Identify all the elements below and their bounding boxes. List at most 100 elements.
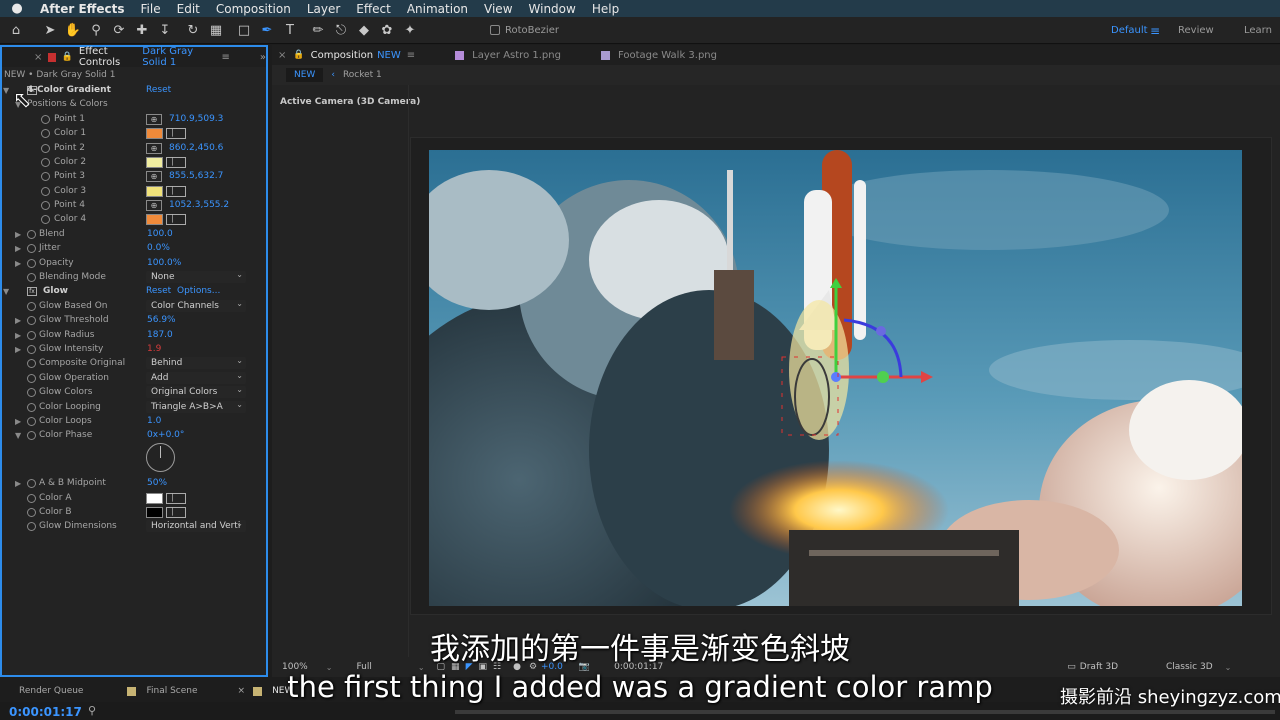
- eyedropper-icon[interactable]: ⎸: [166, 213, 186, 225]
- tab-footage-walk[interactable]: Footage Walk 3.png: [600, 50, 717, 61]
- eyedropper-icon[interactable]: ⎸: [166, 492, 186, 504]
- glow-based-on-dropdown[interactable]: Color Channels ⌄: [146, 300, 246, 312]
- menu-after-effects[interactable]: After Effects: [34, 2, 135, 16]
- color-1-swatch[interactable]: [146, 127, 163, 139]
- stopwatch-icon[interactable]: [41, 157, 50, 167]
- menu-animation[interactable]: Animation: [401, 2, 478, 16]
- color-phase-dial[interactable]: [146, 443, 175, 472]
- orbit-camera-icon[interactable]: ⟳: [109, 20, 129, 40]
- color-2-swatch[interactable]: [146, 156, 163, 168]
- stopwatch-icon[interactable]: [27, 258, 36, 268]
- stopwatch-icon[interactable]: [27, 330, 36, 340]
- param-value[interactable]: 100.0: [147, 229, 173, 239]
- stopwatch-icon[interactable]: [41, 143, 50, 153]
- blending-mode-dropdown[interactable]: None ⌄: [146, 271, 246, 283]
- stopwatch-icon[interactable]: [27, 507, 36, 517]
- crosshair-icon[interactable]: ⊕: [146, 170, 162, 182]
- lock-icon[interactable]: 🔒: [293, 50, 304, 60]
- stopwatch-icon[interactable]: [41, 214, 50, 224]
- expand-arrow-icon[interactable]: ▶: [15, 244, 21, 253]
- param-value[interactable]: 50%: [147, 478, 167, 488]
- color-looping-dropdown[interactable]: Triangle A>B>A ⌄: [146, 401, 246, 413]
- stopwatch-icon[interactable]: [27, 358, 36, 368]
- eyedropper-icon[interactable]: ⎸: [166, 127, 186, 139]
- rotobezier-option[interactable]: RotoBezier: [490, 25, 559, 36]
- close-icon[interactable]: ×: [34, 52, 42, 63]
- home-icon[interactable]: ⌂: [6, 20, 26, 40]
- param-value[interactable]: 1.0: [147, 416, 161, 426]
- options-button[interactable]: Options...: [177, 286, 220, 296]
- eyedropper-icon[interactable]: ⎸: [166, 506, 186, 518]
- glow-dimensions-dropdown[interactable]: Horizontal and Verti ⌄: [146, 520, 246, 532]
- expand-arrow-icon[interactable]: ▶: [15, 259, 21, 268]
- tab-layer-astro[interactable]: Layer Astro 1.png: [455, 50, 561, 61]
- chevron-left-icon[interactable]: ‹: [331, 70, 335, 80]
- menu-window[interactable]: Window: [523, 2, 586, 16]
- collapse-arrow-icon[interactable]: ▼: [3, 86, 9, 95]
- stopwatch-icon[interactable]: [41, 186, 50, 196]
- reset-button[interactable]: Reset: [146, 286, 171, 296]
- eyedropper-icon[interactable]: ⎸: [166, 156, 186, 168]
- lock-icon[interactable]: 🔒: [62, 52, 73, 62]
- reset-button[interactable]: Reset: [146, 85, 171, 95]
- workspace-review[interactable]: Review: [1178, 17, 1214, 44]
- crosshair-icon[interactable]: ⊕: [146, 113, 162, 125]
- param-value[interactable]: 1.9: [147, 344, 161, 354]
- workspace-default[interactable]: Default: [1111, 17, 1148, 44]
- param-value[interactable]: 187.0: [147, 330, 173, 340]
- param-value[interactable]: 860.2,450.6: [169, 143, 223, 153]
- expand-arrow-icon[interactable]: ▶: [15, 230, 21, 239]
- crosshair-icon[interactable]: ⊕: [146, 199, 162, 211]
- stopwatch-icon[interactable]: [27, 344, 36, 354]
- color-b-swatch[interactable]: [146, 506, 163, 518]
- stopwatch-icon[interactable]: [27, 229, 36, 239]
- zoom-tool-icon[interactable]: ⚲: [86, 20, 106, 40]
- group-positions-colors[interactable]: ▼ Positions & Colors: [0, 97, 264, 111]
- effect-controls-tab[interactable]: × 🔒 Effect Controls Dark Gray Solid 1 ≡ …: [2, 46, 266, 68]
- stopwatch-icon[interactable]: [27, 301, 36, 311]
- color-3-swatch[interactable]: [146, 185, 163, 197]
- composition-viewer[interactable]: [429, 150, 1242, 606]
- stopwatch-icon[interactable]: [41, 200, 50, 210]
- roto-brush-icon[interactable]: ✿: [377, 20, 397, 40]
- workspace-menu-icon[interactable]: ≡: [1150, 17, 1160, 44]
- crosshair-icon[interactable]: ⊕: [146, 142, 162, 154]
- stopwatch-icon[interactable]: [27, 373, 36, 383]
- stopwatch-icon[interactable]: [27, 272, 36, 282]
- glow-operation-dropdown[interactable]: Add ⌄: [146, 372, 246, 384]
- rotate-tool-icon[interactable]: ↻: [183, 20, 203, 40]
- breadcrumb-new[interactable]: NEW: [286, 68, 324, 82]
- stopwatch-icon[interactable]: [27, 315, 36, 325]
- menu-composition[interactable]: Composition: [210, 2, 301, 16]
- expand-arrow-icon[interactable]: ▶: [15, 345, 21, 354]
- expand-arrow-icon[interactable]: ▶: [15, 479, 21, 488]
- expand-panels-icon[interactable]: »: [260, 52, 266, 63]
- search-icon[interactable]: ⚲: [88, 704, 96, 717]
- close-icon[interactable]: ×: [278, 50, 286, 61]
- expand-arrow-icon[interactable]: ▶: [15, 331, 21, 340]
- pen-tool-icon[interactable]: ✒: [257, 20, 277, 40]
- menu-file[interactable]: File: [135, 2, 171, 16]
- rotobezier-checkbox[interactable]: [490, 25, 500, 35]
- menu-effect[interactable]: Effect: [350, 2, 401, 16]
- param-value[interactable]: 1052.3,555.2: [169, 200, 229, 210]
- current-time-display[interactable]: 0:00:01:17: [9, 705, 82, 719]
- collapse-arrow-icon[interactable]: ▼: [15, 431, 21, 440]
- color-a-swatch[interactable]: [146, 492, 163, 504]
- puppet-pin-icon[interactable]: ✦: [400, 20, 420, 40]
- menu-view[interactable]: View: [478, 2, 522, 16]
- stopwatch-icon[interactable]: [27, 478, 36, 488]
- brush-tool-icon[interactable]: ✏: [308, 20, 328, 40]
- param-value[interactable]: 855.5,632.7: [169, 171, 223, 181]
- stopwatch-icon[interactable]: [27, 243, 36, 253]
- stopwatch-icon[interactable]: [41, 114, 50, 124]
- tab-effect-controls[interactable]: Effect Controls: [79, 46, 138, 68]
- clone-stamp-icon[interactable]: ⎋: [331, 20, 351, 40]
- stopwatch-icon[interactable]: [27, 402, 36, 412]
- composite-original-dropdown[interactable]: Behind ⌄: [146, 357, 246, 369]
- panel-menu-icon[interactable]: ≡: [222, 52, 230, 63]
- param-value[interactable]: 710.9,509.3: [169, 114, 223, 124]
- effect-4-color-gradient[interactable]: ▼ fx 4-Color Gradient Reset: [0, 83, 264, 97]
- color-4-swatch[interactable]: [146, 213, 163, 225]
- pan-camera-icon[interactable]: ✚: [132, 20, 152, 40]
